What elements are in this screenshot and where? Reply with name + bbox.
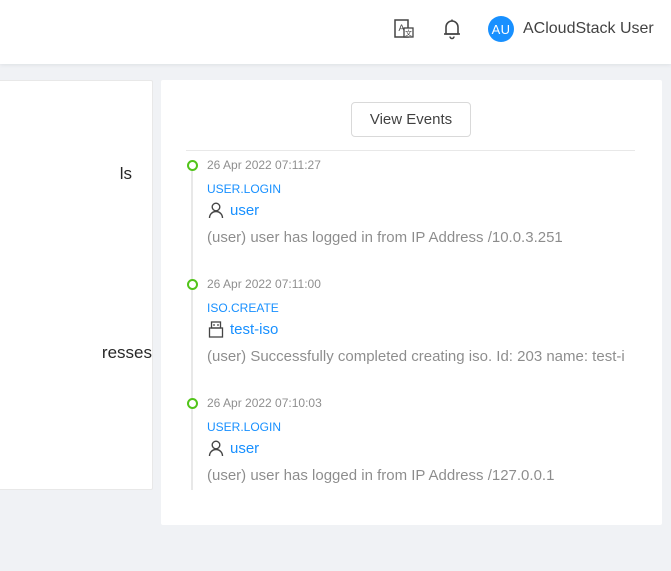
translate-icon[interactable]: A 文 [393,17,415,41]
divider [186,150,635,151]
user-menu[interactable]: AU ACloudStack User [488,16,654,42]
timeline-dot [187,160,198,171]
event-resource-name: user [230,439,260,457]
timeline-dot [187,279,198,290]
usb-icon [207,320,224,338]
user-icon [207,201,224,219]
event-resource-link[interactable]: test-iso [207,320,278,338]
top-header: A 文 AU ACloudStack User [0,0,671,64]
event-resource-link[interactable]: user [207,201,259,219]
card-text-fragment: ls [119,164,132,183]
event-type-link[interactable]: ISO.CREATE [207,301,279,315]
user-icon [207,439,224,457]
event-type-link[interactable]: USER.LOGIN [207,182,281,196]
event-description: (user) user has logged in from IP Addres… [207,229,563,246]
avatar: AU [488,16,514,42]
timeline-dot [187,398,198,409]
event-resource-name: user [230,201,260,219]
timeline-event: 26 Apr 2022 07:11:00 ISO.CREATE test-iso… [187,279,637,379]
card-text-fragment: resses [101,343,152,362]
svg-text:文: 文 [405,29,412,38]
event-description: (user) Successfully completed creating i… [207,348,625,365]
event-time: 26 Apr 2022 07:11:00 [207,279,321,291]
timeline-event: 26 Apr 2022 07:11:27 USER.LOGIN user (us… [187,160,637,260]
event-type-link[interactable]: USER.LOGIN [207,420,281,434]
event-time: 26 Apr 2022 07:10:03 [207,398,322,410]
view-events-button[interactable]: View Events [351,102,471,137]
username: ACloudStack User [523,20,654,37]
bell-icon[interactable] [441,17,463,41]
event-resource-name: test-iso [230,320,279,338]
timeline-event: 26 Apr 2022 07:10:03 USER.LOGIN user (us… [187,398,637,498]
event-resource-link[interactable]: user [207,439,259,457]
event-time: 26 Apr 2022 07:11:27 [207,160,321,172]
event-description: (user) user has logged in from IP Addres… [207,467,555,484]
events-card: View Events 26 Apr 2022 07:11:27 USER.LO… [161,80,662,525]
left-summary-card: ls resses [0,80,153,490]
